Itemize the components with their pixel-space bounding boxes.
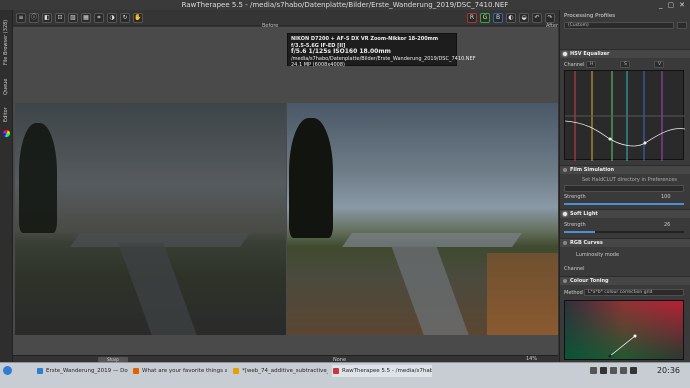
soft-strength-slider[interactable]: [564, 231, 684, 233]
left-tab-strip: File Browser (328) Queue Editor: [0, 10, 13, 362]
tab-editor[interactable]: Editor: [0, 102, 13, 128]
image-viewer[interactable]: [13, 27, 558, 355]
lock-icon[interactable]: ≡: [16, 12, 26, 23]
soft-strength-value[interactable]: 26: [664, 222, 670, 228]
soft-strength-fill: [564, 231, 596, 233]
shadow-clip-icon[interactable]: ▨: [68, 12, 78, 23]
task-rawtherapee[interactable]: RawTherapee 5.5 - /media/s7habo...: [332, 365, 432, 377]
close-button[interactable]: ✕: [679, 0, 685, 10]
colour-correction-grid[interactable]: [564, 300, 684, 360]
film-strength-fill: [564, 203, 684, 205]
red-channel-icon[interactable]: R: [467, 12, 477, 23]
tab-file-browser[interactable]: File Browser (328): [0, 12, 13, 72]
hand-icon[interactable]: ✋: [133, 12, 143, 23]
minimize-button[interactable]: _: [659, 0, 663, 10]
image-info-overlay: NIKON D7200 + AF-S DX VR Zoom-Nikkor 18-…: [287, 33, 476, 68]
false-color-icon[interactable]: ◒: [519, 12, 529, 23]
processing-profiles-title: Processing Profiles: [564, 13, 616, 19]
before-image[interactable]: [15, 103, 286, 335]
task-dolphin[interactable]: Erste_Wanderung_2019 — Dolphin: [36, 365, 128, 377]
editor-toolbar: ≡ ⓘ ◧ ⊡ ▨ ▦ ⌗ ◑ ↻ ✋ R G B ◐ ◒ ↶ ↷: [13, 10, 558, 26]
tray-icon-4[interactable]: [620, 367, 627, 374]
tab-queue[interactable]: Queue: [0, 74, 13, 100]
title-bar: RawTherapee 5.5 - /media/s7habo/Datenpla…: [0, 0, 690, 10]
soft-light-header[interactable]: Soft Light: [560, 209, 690, 218]
white-balance-icon[interactable]: ◑: [107, 12, 117, 23]
crop-icon[interactable]: ⌗: [94, 12, 104, 23]
tool-panel: Processing Profiles (Custom) HSV Equaliz…: [559, 10, 690, 362]
focus-mask-icon[interactable]: ⊡: [55, 12, 65, 23]
film-strength-label: Strength: [564, 194, 586, 200]
clock[interactable]: 20:36: [657, 365, 680, 377]
task-firefox[interactable]: What are your favorite things abo...: [132, 365, 227, 377]
task-gimp[interactable]: *[web_74_additive_subtractive_col...: [232, 365, 328, 377]
profile-menu-icon[interactable]: [677, 22, 687, 29]
luminosity-mode-checkbox[interactable]: Luminosity mode: [576, 252, 619, 258]
highlight-clip-icon[interactable]: ▦: [81, 12, 91, 23]
luminosity-icon[interactable]: ◐: [506, 12, 516, 23]
film-select[interactable]: [564, 185, 684, 192]
window-title: RawTherapee 5.5 - /media/s7habo/Datenpla…: [181, 1, 509, 9]
toning-method-select[interactable]: L*a*b* colour correction grid: [584, 289, 684, 296]
film-strength-slider[interactable]: [564, 203, 684, 205]
tray-icon-3[interactable]: [610, 367, 617, 374]
hsv-equalizer-header[interactable]: HSV Equalizer: [560, 49, 690, 58]
maximize-button[interactable]: ▢: [668, 0, 675, 10]
profile-select[interactable]: (Custom): [564, 22, 674, 29]
toning-method-label: Method: [564, 290, 583, 296]
rotate-icon[interactable]: ↻: [120, 12, 130, 23]
hsv-curve-editor[interactable]: [564, 70, 686, 161]
tray-icon-2[interactable]: [600, 367, 607, 374]
hsv-tab-v[interactable]: V: [654, 61, 664, 68]
volume-icon[interactable]: [630, 367, 637, 374]
hsv-tab-h[interactable]: H: [586, 61, 596, 68]
after-image[interactable]: [287, 103, 558, 335]
haldclut-placeholder: Set HaldCLUT directory in Preferences: [582, 177, 678, 183]
film-simulation-header[interactable]: Film Simulation: [560, 165, 690, 174]
system-taskbar: Erste_Wanderung_2019 — Dolphin What are …: [0, 362, 690, 388]
info-icon[interactable]: ⓘ: [29, 12, 39, 23]
green-channel-icon[interactable]: G: [480, 12, 490, 23]
app-window: RawTherapee 5.5 - /media/s7habo/Datenpla…: [0, 0, 690, 388]
rgb-curves-header[interactable]: RGB Curves: [560, 238, 690, 247]
blue-channel-icon[interactable]: B: [493, 12, 503, 23]
soft-strength-label: Strength: [564, 222, 586, 228]
editor-icon: [3, 130, 10, 137]
image-size: 24.1 MP (6008x4008): [291, 62, 345, 68]
tray-icon-1[interactable]: [590, 367, 597, 374]
app-launcher-icon[interactable]: [3, 366, 12, 375]
hsv-channel-label: Channel: [564, 62, 585, 68]
hsv-curve-graph: [564, 71, 686, 161]
redo-icon[interactable]: ↷: [545, 12, 555, 23]
toning-grid-lines: [608, 334, 637, 358]
undo-icon[interactable]: ↶: [532, 12, 542, 23]
colour-toning-header[interactable]: Colour Toning: [560, 276, 690, 285]
rgb-channel-label: Channel: [564, 266, 585, 272]
background-icon[interactable]: ◧: [42, 12, 52, 23]
film-strength-value[interactable]: 100: [661, 194, 671, 200]
hsv-tab-s[interactable]: S: [620, 61, 630, 68]
